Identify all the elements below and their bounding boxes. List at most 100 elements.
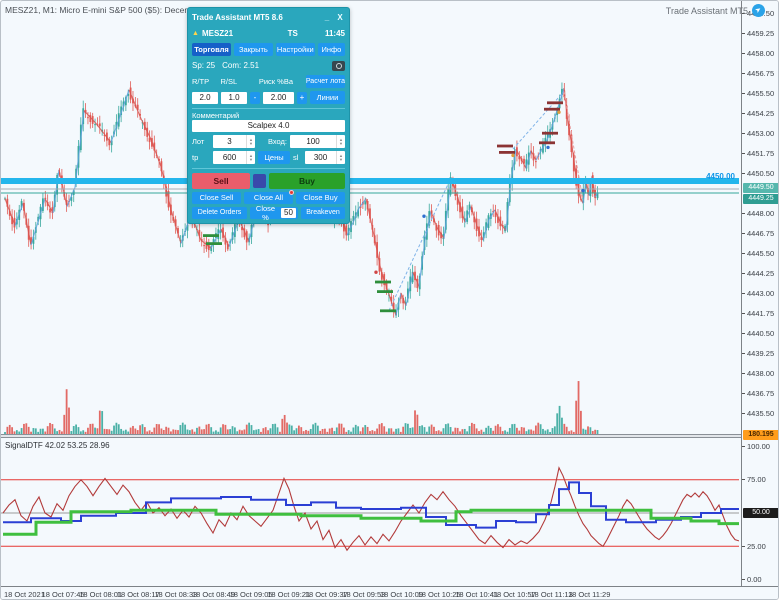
time-tick-label: 18 Oct 10:25 [417,590,461,599]
buy-order-marker [203,234,219,237]
panel-time: 11:45 [324,29,345,38]
buy-order-marker [375,280,391,284]
indicator-name-label: SignalDTF 42.02 53.25 28.96 [5,441,110,450]
price-tick-label: 4454.25 [742,109,774,118]
close-percent-control[interactable]: Close % 50 [250,204,298,222]
price-axis[interactable]: 4449.50 4449.25 180.195 50.00 4460.50445… [741,1,778,586]
entry-label: Вход: [267,137,287,146]
comment-section: Комментарий Scalpex 4.0 [192,108,345,132]
time-tick-label: 18 Oct 10:41 [455,590,499,599]
trade-dot-marker [374,270,378,274]
risk-plus-button[interactable]: + [297,91,307,104]
spread-label: Sp: 25 [192,61,216,70]
trade-connector-line [512,91,565,150]
lot-calc-button[interactable]: Расчет лота [305,75,346,88]
trade-assistant-panel: Trade Assistant MT5 8.6 _ X ▲ MESZ21 TS … [187,7,350,224]
symbol-label: MESZ21 [201,29,234,38]
sl-stepper[interactable]: 300 ▲ ▼ [305,151,345,164]
sell-order-marker [539,141,555,145]
price-tick-label: 4445.50 [742,249,774,258]
risk-input[interactable]: 2.00 [263,91,294,104]
price-tick-label: 4441.75 [742,309,774,318]
price-tick-label: 4444.25 [742,269,774,278]
time-tick-label: 18 Oct 08:01 [79,590,123,599]
entry-stepper[interactable]: 100 ▲ ▼ [290,135,345,148]
panel-title: Trade Assistant MT5 8.6 [192,13,283,22]
time-tick-label: 18 Oct 09:05 [229,590,273,599]
comment-input[interactable]: Scalpex 4.0 [192,120,345,132]
time-tick-label: 18 Oct 09:53 [342,590,386,599]
price-tick-label: 4450.50 [742,169,774,178]
sell-order-marker [497,144,513,148]
trade-dot-marker [557,110,561,114]
price-tick-label: 4446.75 [742,229,774,238]
buy-order-marker [377,290,393,293]
trade-dot-marker [546,145,550,150]
tp-spin-arrows[interactable]: ▲ ▼ [246,151,255,164]
close-button[interactable]: X [335,13,345,22]
buy-button[interactable]: Buy [269,173,345,189]
alert-dot-icon [289,190,294,195]
close-all-button[interactable]: Close All [244,190,294,204]
tab-info[interactable]: Инфо [317,43,346,56]
time-axis[interactable]: 18 Oct 2021 18 Oct 07:45 18 Oct 08:01 18 Oc… [1,586,778,599]
main-price-chart[interactable] [1,1,739,434]
horizontal-level-line [1,178,739,184]
time-tick-label: 18 Oct 08:33 [154,590,198,599]
price-tick-label: 4440.50 [742,329,774,338]
sell-button[interactable]: Sell [192,173,250,189]
tp-stepper[interactable]: 600 ▲ ▼ [213,151,255,164]
prices-button[interactable]: Цены [258,151,290,164]
close-buy-button[interactable]: Close Buy [296,192,345,204]
panel-header[interactable]: Trade Assistant MT5 8.6 _ X [192,11,345,24]
indicator-level-badge: 50.00 [743,508,778,518]
mt5-chart-window: MESZ21, M1: Micro E-mini S&P 500 ($5): D… [0,0,779,600]
risk-minus-button[interactable]: - [250,91,260,104]
lot-spin-arrows[interactable]: ▲ ▼ [246,135,255,148]
rsl-input[interactable]: 1.0 [221,91,247,104]
rtp-input[interactable]: 2.0 [192,91,218,104]
breakeven-button[interactable]: Breakeven [301,207,345,219]
sell-order-marker [547,101,563,105]
sell-order-marker [544,107,560,111]
commission-label: Com: 2.51 [222,61,260,70]
price-tick-label: 4436.75 [742,389,774,398]
tab-settings[interactable]: Настройки [275,43,315,56]
delete-orders-button[interactable]: Delete Orders [192,207,247,219]
trade-dot-marker [581,188,585,193]
tab-close[interactable]: Закрыть [233,43,273,56]
close-buttons-row: Close Sell Close All Close Buy [192,190,345,204]
price-tick-label: 4438.00 [742,369,774,378]
minimize-button[interactable]: _ [322,13,332,22]
signaldtf-indicator-chart[interactable] [1,438,739,586]
close-sell-button[interactable]: Close Sell [192,192,241,204]
price-tick-label: 4453.00 [742,129,774,138]
rsl-label: R/SL [220,77,238,86]
entry-spin-arrows[interactable]: ▲ ▼ [336,135,345,148]
camera-icon[interactable] [332,60,345,71]
indicator-tick-label: 0.00 [742,575,762,584]
risk-labels-row: R/TP R/SL Риск %Ва Расчет лота [192,75,346,88]
window-separator[interactable] [1,434,778,438]
lot-stepper[interactable]: 3 ▲ ▼ [213,135,255,148]
price-tick-label: 4443.00 [742,289,774,298]
telegram-icon[interactable]: ➤ [749,1,768,20]
price-tick-label: 4456.75 [742,69,774,78]
time-tick-label: 18 Oct 2021 [4,590,45,599]
lines-button[interactable]: Линии [310,91,345,104]
tp-label: tp [192,153,199,162]
time-tick-label: 18 Oct 09:21 [267,590,311,599]
close-percent-input[interactable]: 50 [281,208,296,218]
middle-square-button[interactable] [253,174,266,188]
trade-dot-marker [422,214,426,218]
direction-up-icon: ▲ [192,30,199,37]
bottom-buttons-row: Delete Orders Close % 50 Breakeven [192,204,345,222]
hline-price-label: 4450.00 [706,172,735,181]
tab-trade[interactable]: Торговля [192,43,231,56]
buy-order-marker [380,309,396,313]
sl-spin-arrows[interactable]: ▲ ▼ [336,151,345,164]
watermark-label: Trade Assistant MT5 [665,5,748,16]
price-tick-label: 4435.50 [742,409,774,418]
time-tick-label: 18 Oct 07:45 [41,590,85,599]
price-tick-label: 4459.25 [742,29,774,38]
